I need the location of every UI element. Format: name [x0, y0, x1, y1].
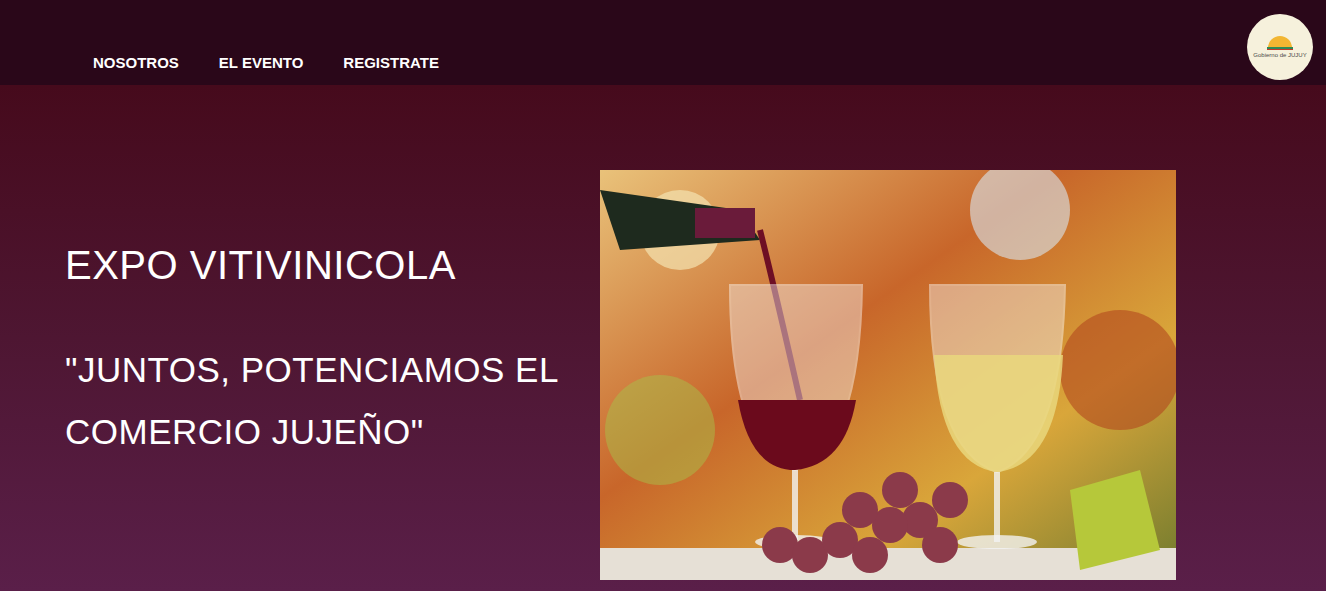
sun-emblem-icon [1265, 36, 1295, 50]
top-nav: NOSOTROS EL EVENTO REGISTRATE Gobierno de J… [0, 0, 1326, 85]
logo[interactable]: Gobierno de JUJUY [1247, 14, 1313, 80]
hero-subtitle: "JUNTOS, POTENCIAMOS EL COMERCIO JUJEÑO" [65, 339, 580, 463]
wine-glasses-photo-icon [600, 170, 1176, 580]
nav-menu: NOSOTROS EL EVENTO REGISTRATE [0, 0, 439, 72]
hero-section: EXPO VITIVINICOLA "JUNTOS, POTENCIAMOS EL… [0, 85, 1326, 591]
nav-link[interactable]: EL EVENTO [219, 54, 303, 72]
nav-link[interactable]: NOSOTROS [93, 54, 179, 72]
hero-title: EXPO VITIVINICOLA [65, 241, 580, 289]
hero-text: EXPO VITIVINICOLA "JUNTOS, POTENCIAMOS EL… [0, 170, 600, 580]
hero-photo [600, 170, 1176, 580]
logo-caption: Gobierno de JUJUY [1253, 52, 1306, 59]
nav-link[interactable]: REGISTRATE [343, 54, 439, 72]
